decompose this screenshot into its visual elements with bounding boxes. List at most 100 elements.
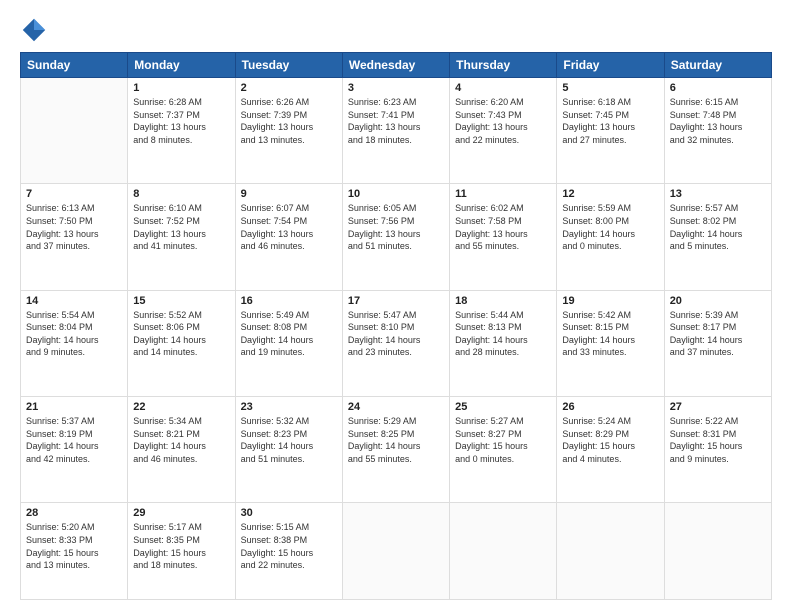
day-info: Sunrise: 5:15 AMSunset: 8:38 PMDaylight:…: [241, 521, 337, 571]
day-header-sunday: Sunday: [21, 53, 128, 78]
day-info: Sunrise: 6:05 AMSunset: 7:56 PMDaylight:…: [348, 202, 444, 252]
day-info: Sunrise: 5:49 AMSunset: 8:08 PMDaylight:…: [241, 309, 337, 359]
day-cell: 6 Sunrise: 6:15 AMSunset: 7:48 PMDaylight…: [664, 78, 771, 184]
day-cell: 21 Sunrise: 5:37 AMSunset: 8:19 PMDayligh…: [21, 396, 128, 502]
logo: [20, 16, 52, 44]
day-cell: 8Sunrise: 6:10 AMSunset: 7:52 PMDaylight…: [128, 184, 235, 290]
day-cell: 7Sunrise: 6:13 AMSunset: 7:50 PMDaylight…: [21, 184, 128, 290]
day-cell: [342, 503, 449, 600]
day-cell: 22 Sunrise: 5:34 AMSunset: 8:21 PMDayligh…: [128, 396, 235, 502]
day-cell: 16Sunrise: 5:49 AMSunset: 8:08 PMDayligh…: [235, 290, 342, 396]
day-info: Sunrise: 5:24 AMSunset: 8:29 PMDaylight:…: [562, 415, 658, 465]
day-number: 9: [241, 188, 337, 200]
day-info: Sunrise: 5:59 AMSunset: 8:00 PMDaylight:…: [562, 202, 658, 252]
day-info: Sunrise: 5:39 AMSunset: 8:17 PMDaylight:…: [670, 309, 766, 359]
calendar-table: SundayMondayTuesdayWednesdayThursdayFrid…: [20, 52, 772, 600]
day-number: 3: [348, 82, 444, 94]
day-info: Sunrise: 6:26 AMSunset: 7:39 PMDaylight:…: [241, 96, 337, 146]
day-header-wednesday: Wednesday: [342, 53, 449, 78]
day-cell: 10 Sunrise: 6:05 AMSunset: 7:56 PMDayligh…: [342, 184, 449, 290]
day-cell: [450, 503, 557, 600]
day-cell: 5 Sunrise: 6:18 AMSunset: 7:45 PMDaylight…: [557, 78, 664, 184]
day-info: Sunrise: 5:44 AMSunset: 8:13 PMDaylight:…: [455, 309, 551, 359]
day-cell: 27Sunrise: 5:22 AMSunset: 8:31 PMDayligh…: [664, 396, 771, 502]
day-info: Sunrise: 5:42 AMSunset: 8:15 PMDaylight:…: [562, 309, 658, 359]
day-info: Sunrise: 6:10 AMSunset: 7:52 PMDaylight:…: [133, 202, 229, 252]
day-number: 11: [455, 188, 551, 200]
day-number: 17: [348, 295, 444, 307]
day-cell: 28Sunrise: 5:20 AMSunset: 8:33 PMDayligh…: [21, 503, 128, 600]
day-cell: 14 Sunrise: 5:54 AMSunset: 8:04 PMDayligh…: [21, 290, 128, 396]
day-number: 21: [26, 401, 122, 413]
day-info: Sunrise: 5:27 AMSunset: 8:27 PMDaylight:…: [455, 415, 551, 465]
day-number: 24: [348, 401, 444, 413]
day-cell: 4Sunrise: 6:20 AMSunset: 7:43 PMDaylight…: [450, 78, 557, 184]
day-number: 26: [562, 401, 658, 413]
day-number: 27: [670, 401, 766, 413]
day-info: Sunrise: 5:47 AMSunset: 8:10 PMDaylight:…: [348, 309, 444, 359]
day-number: 29: [133, 507, 229, 519]
page: SundayMondayTuesdayWednesdayThursdayFrid…: [0, 0, 792, 612]
day-cell: 3 Sunrise: 6:23 AMSunset: 7:41 PMDaylight…: [342, 78, 449, 184]
day-info: Sunrise: 6:23 AMSunset: 7:41 PMDaylight:…: [348, 96, 444, 146]
day-cell: 24 Sunrise: 5:29 AMSunset: 8:25 PMDayligh…: [342, 396, 449, 502]
day-number: 6: [670, 82, 766, 94]
day-number: 13: [670, 188, 766, 200]
day-number: 20: [670, 295, 766, 307]
day-info: Sunrise: 5:52 AMSunset: 8:06 PMDaylight:…: [133, 309, 229, 359]
day-number: 19: [562, 295, 658, 307]
day-cell: 25 Sunrise: 5:27 AMSunset: 8:27 PMDayligh…: [450, 396, 557, 502]
day-info: Sunrise: 5:37 AMSunset: 8:19 PMDaylight:…: [26, 415, 122, 465]
day-info: Sunrise: 5:34 AMSunset: 8:21 PMDaylight:…: [133, 415, 229, 465]
day-cell: 2 Sunrise: 6:26 AMSunset: 7:39 PMDaylight…: [235, 78, 342, 184]
day-header-saturday: Saturday: [664, 53, 771, 78]
day-number: 4: [455, 82, 551, 94]
day-cell: 23Sunrise: 5:32 AMSunset: 8:23 PMDayligh…: [235, 396, 342, 502]
day-info: Sunrise: 5:57 AMSunset: 8:02 PMDaylight:…: [670, 202, 766, 252]
week-row-4: 21 Sunrise: 5:37 AMSunset: 8:19 PMDayligh…: [21, 396, 772, 502]
day-number: 15: [133, 295, 229, 307]
day-number: 2: [241, 82, 337, 94]
day-cell: 12 Sunrise: 5:59 AMSunset: 8:00 PMDayligh…: [557, 184, 664, 290]
day-cell: 1Sunrise: 6:28 AMSunset: 7:37 PMDaylight…: [128, 78, 235, 184]
day-headers-row: SundayMondayTuesdayWednesdayThursdayFrid…: [21, 53, 772, 78]
day-header-tuesday: Tuesday: [235, 53, 342, 78]
day-cell: 11 Sunrise: 6:02 AMSunset: 7:58 PMDayligh…: [450, 184, 557, 290]
day-info: Sunrise: 6:18 AMSunset: 7:45 PMDaylight:…: [562, 96, 658, 146]
week-row-3: 14 Sunrise: 5:54 AMSunset: 8:04 PMDayligh…: [21, 290, 772, 396]
day-cell: 20 Sunrise: 5:39 AMSunset: 8:17 PMDayligh…: [664, 290, 771, 396]
day-header-monday: Monday: [128, 53, 235, 78]
day-number: 10: [348, 188, 444, 200]
day-info: Sunrise: 6:02 AMSunset: 7:58 PMDaylight:…: [455, 202, 551, 252]
day-cell: 9Sunrise: 6:07 AMSunset: 7:54 PMDaylight…: [235, 184, 342, 290]
day-cell: 19 Sunrise: 5:42 AMSunset: 8:15 PMDayligh…: [557, 290, 664, 396]
day-cell: [557, 503, 664, 600]
day-info: Sunrise: 6:15 AMSunset: 7:48 PMDaylight:…: [670, 96, 766, 146]
day-cell: 15 Sunrise: 5:52 AMSunset: 8:06 PMDayligh…: [128, 290, 235, 396]
day-header-friday: Friday: [557, 53, 664, 78]
day-header-thursday: Thursday: [450, 53, 557, 78]
day-number: 5: [562, 82, 658, 94]
day-number: 14: [26, 295, 122, 307]
day-number: 7: [26, 188, 122, 200]
day-cell: 30 Sunrise: 5:15 AMSunset: 8:38 PMDayligh…: [235, 503, 342, 600]
day-cell: 18 Sunrise: 5:44 AMSunset: 8:13 PMDayligh…: [450, 290, 557, 396]
day-number: 23: [241, 401, 337, 413]
day-cell: 17 Sunrise: 5:47 AMSunset: 8:10 PMDayligh…: [342, 290, 449, 396]
day-number: 12: [562, 188, 658, 200]
day-cell: [21, 78, 128, 184]
day-cell: 26 Sunrise: 5:24 AMSunset: 8:29 PMDayligh…: [557, 396, 664, 502]
day-number: 18: [455, 295, 551, 307]
header: [20, 16, 772, 44]
week-row-5: 28Sunrise: 5:20 AMSunset: 8:33 PMDayligh…: [21, 503, 772, 600]
day-number: 25: [455, 401, 551, 413]
day-info: Sunrise: 5:54 AMSunset: 8:04 PMDaylight:…: [26, 309, 122, 359]
day-number: 22: [133, 401, 229, 413]
day-number: 1: [133, 82, 229, 94]
day-info: Sunrise: 5:29 AMSunset: 8:25 PMDaylight:…: [348, 415, 444, 465]
day-cell: [664, 503, 771, 600]
calendar: SundayMondayTuesdayWednesdayThursdayFrid…: [20, 52, 772, 600]
day-info: Sunrise: 5:17 AMSunset: 8:35 PMDaylight:…: [133, 521, 229, 571]
day-info: Sunrise: 5:20 AMSunset: 8:33 PMDaylight:…: [26, 521, 122, 571]
day-number: 30: [241, 507, 337, 519]
